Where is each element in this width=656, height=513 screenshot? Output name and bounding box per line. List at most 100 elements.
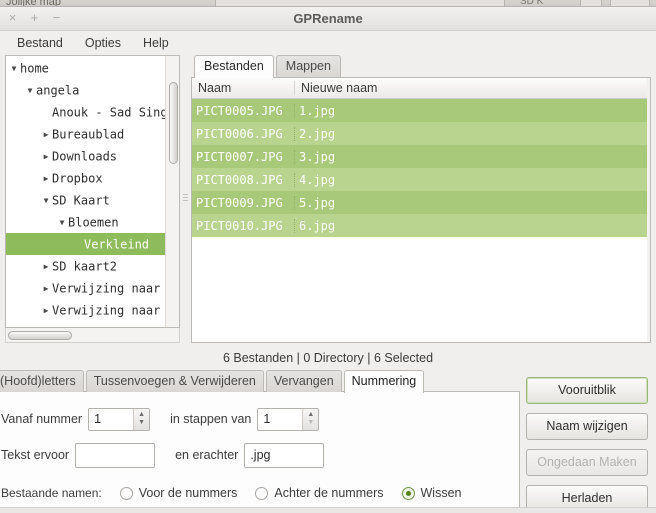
chevron-right-icon[interactable]: ▶ — [40, 168, 52, 190]
tab-nummering[interactable]: Nummering — [343, 370, 425, 393]
tab-vervangen[interactable]: Vervangen — [265, 370, 342, 392]
cell-nieuwe-naam: 5.jpg — [299, 195, 336, 210]
vooruitblik-button[interactable]: Vooruitblik — [526, 377, 648, 404]
step-value[interactable]: 1 — [258, 409, 302, 430]
tab-mappen[interactable]: Mappen — [275, 55, 341, 77]
tree-item[interactable]: ▶Verwijzing naar Af — [6, 277, 165, 299]
cell-naam: PICT0007.JPG — [192, 149, 295, 164]
cell-nieuwe-naam: 6.jpg — [299, 218, 336, 233]
radio-label: Wissen — [420, 486, 462, 500]
tree-horizontal-scrollbar[interactable] — [5, 328, 180, 343]
step-stepper[interactable]: 1 ▲ ▼ — [257, 407, 320, 431]
naam-wijzigen-button[interactable]: Naam wijzigen — [526, 413, 648, 440]
menu-help[interactable]: Help — [134, 33, 178, 53]
directory-tree-scroll-area: ▼home▼angela Anouk - Sad Singal▶Bureaubl… — [5, 55, 180, 328]
table-row[interactable]: PICT0007.JPG 3.jpg — [192, 145, 650, 168]
chevron-down-icon[interactable]: ▼ — [24, 80, 36, 102]
chevron-down-icon[interactable]: ▼ — [307, 419, 314, 427]
tree-item-label: SD kaart2 — [52, 259, 118, 274]
tree-item[interactable]: ▶ SD kaart2 — [6, 255, 165, 277]
file-list-panel: Bestanden Mappen Naam Nieuwe naam PICT000… — [191, 55, 651, 343]
column-header-naam[interactable]: Naam — [192, 81, 295, 95]
tree-item-label: Verwijzing naar Af — [52, 281, 165, 296]
tab-bestanden[interactable]: Bestanden — [194, 55, 274, 78]
tab-hoofd-letters[interactable]: (Hoofd)letters — [0, 370, 84, 392]
tree-item[interactable]: ▶Verwijzing naar Do — [6, 299, 165, 321]
file-list-header: Naam Nieuwe naam — [192, 78, 650, 99]
tree-item-label: Anouk - Sad Singal — [52, 105, 165, 120]
numbering-start-row: Vanaf nummer 1 ▲ ▼ in stappen van 1 ▲ ▼ — [1, 404, 519, 434]
chevron-up-icon[interactable]: ▲ — [307, 411, 314, 419]
radio-achter-de-nummers[interactable]: Achter de nummers — [255, 486, 384, 500]
tree-item[interactable]: ▶ Downloads — [6, 145, 165, 167]
tree-item-label: Bloemen — [68, 215, 119, 230]
tree-item[interactable]: Anouk - Sad Singal — [6, 101, 165, 123]
start-number-arrows[interactable]: ▲ ▼ — [133, 408, 150, 430]
prefix-label: Tekst ervoor — [1, 448, 70, 462]
cell-naam: PICT0005.JPG — [192, 103, 295, 118]
gprename-window: × + − GPRename Bestand Opties Help ▼ home… — [0, 6, 656, 513]
radio-indicator-icon[interactable] — [401, 486, 415, 500]
chevron-right-icon[interactable]: ▶ — [40, 278, 52, 300]
radio-voor-de-nummers[interactable]: Voor de nummers — [119, 486, 237, 500]
cell-nieuwe-naam: 1.jpg — [299, 103, 336, 118]
window-titlebar: × + − GPRename — [0, 7, 656, 31]
tree-vertical-scrollbar[interactable] — [165, 56, 179, 327]
radio-label: Achter de nummers — [274, 486, 384, 500]
tree-spacer-icon — [40, 102, 52, 124]
tree-item[interactable]: ▶ Bureaublad — [6, 123, 165, 145]
directory-tree[interactable]: ▼home▼angela Anouk - Sad Singal▶Bureaubl… — [6, 56, 165, 327]
table-row[interactable]: PICT0005.JPG 1.jpg — [192, 99, 650, 122]
chevron-down-icon[interactable]: ▼ — [56, 212, 68, 234]
chevron-right-icon[interactable]: ▶ — [40, 300, 52, 322]
radio-indicator-icon[interactable] — [255, 486, 269, 500]
panel-splitter[interactable] — [180, 55, 191, 347]
table-row[interactable]: PICT0008.JPG 4.jpg — [192, 168, 650, 191]
tree-item-label: Bureaublad — [52, 127, 125, 142]
existing-names-label: Bestaande namen: — [1, 486, 102, 500]
table-row[interactable]: PICT0009.JPG 5.jpg — [192, 191, 650, 214]
tree-item[interactable]: Verkleind — [6, 233, 165, 255]
column-header-nieuwe-naam[interactable]: Nieuwe naam — [295, 81, 650, 95]
chevron-down-icon[interactable]: ▼ — [138, 419, 145, 427]
suffix-input[interactable]: .jpg — [244, 442, 325, 468]
tree-item-label: SD Kaart — [52, 193, 110, 208]
tree-item[interactable]: ▼ home — [6, 57, 165, 79]
file-list-rows: PICT0005.JPG 1.jpg PICT0006.JPG 2.jpg PICT00… — [192, 99, 650, 237]
start-number-value[interactable]: 1 — [89, 409, 133, 430]
menu-bestand[interactable]: Bestand — [8, 33, 72, 53]
tree-vertical-scroll-thumb[interactable] — [169, 82, 178, 164]
start-number-stepper[interactable]: 1 ▲ ▼ — [88, 407, 151, 431]
window-resize-edge[interactable] — [0, 507, 656, 513]
tree-item[interactable]: ▼ Bloemen — [6, 211, 165, 233]
cell-naam: PICT0006.JPG — [192, 126, 295, 141]
chevron-down-icon[interactable]: ▼ — [8, 58, 20, 80]
file-list-vertical-scrollbar[interactable] — [647, 78, 650, 342]
splitter-grip-icon — [183, 192, 188, 208]
chevron-right-icon[interactable]: ▶ — [40, 124, 52, 146]
tree-item[interactable]: ▶ Dropbox — [6, 167, 165, 189]
chevron-right-icon[interactable]: ▶ — [40, 256, 52, 278]
step-arrows[interactable]: ▲ ▼ — [302, 408, 319, 430]
cell-nieuwe-naam: 3.jpg — [299, 149, 336, 164]
tree-item[interactable]: ▼ angela — [6, 79, 165, 101]
prefix-input[interactable] — [75, 442, 156, 468]
tree-item[interactable]: ▼ SD Kaart — [6, 189, 165, 211]
tab-tussenvoegen-verwijderen[interactable]: Tussenvoegen & Verwijderen — [85, 370, 264, 392]
chevron-up-icon[interactable]: ▲ — [138, 411, 145, 419]
radio-indicator-icon[interactable] — [119, 486, 133, 500]
numbering-text-row: Tekst ervoor en erachter .jpg — [1, 440, 519, 470]
tree-item-label: Dropbox — [52, 171, 103, 186]
chevron-right-icon[interactable]: ▶ — [40, 146, 52, 168]
chevron-down-icon[interactable]: ▼ — [40, 190, 52, 212]
window-title: GPRename — [293, 11, 363, 26]
table-row[interactable]: PICT0006.JPG 2.jpg — [192, 122, 650, 145]
tree-horizontal-scroll-thumb[interactable] — [8, 331, 72, 340]
radio-wissen[interactable]: Wissen — [401, 486, 462, 500]
table-row[interactable]: PICT0010.JPG 6.jpg — [192, 214, 650, 237]
file-view-tabs: Bestanden Mappen — [191, 55, 651, 78]
operations-section: (Hoofd)letters Tussenvoegen & Verwijderen… — [0, 369, 520, 513]
menu-opties[interactable]: Opties — [76, 33, 130, 53]
top-area: ▼home▼angela Anouk - Sad Singal▶Bureaubl… — [0, 55, 656, 347]
file-list-box[interactable]: Naam Nieuwe naam PICT0005.JPG 1.jpg PICT00… — [191, 77, 651, 343]
